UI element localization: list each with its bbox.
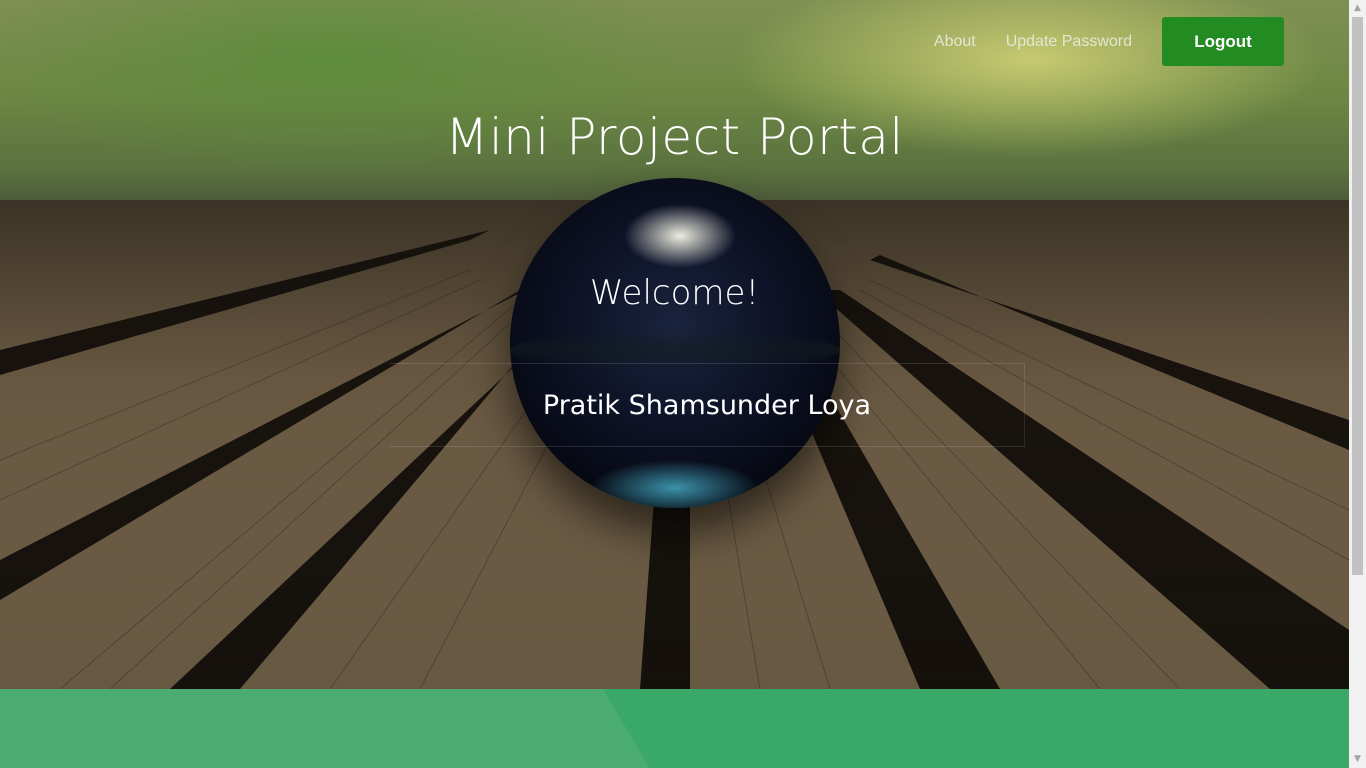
footer-band-accent [0, 689, 650, 768]
scrollbar-thumb[interactable] [1352, 17, 1363, 575]
triangle-up-icon[interactable]: ▲ [1349, 0, 1366, 17]
vertical-scrollbar[interactable]: ▲ ▼ [1349, 0, 1366, 768]
top-navigation: About Update Password Logout [934, 17, 1284, 66]
page-title: Mini Project Portal [445, 108, 904, 166]
user-name: Pratik Shamsunder Loya [542, 389, 872, 421]
page-viewport: About Update Password Logout Mini Projec… [0, 0, 1366, 768]
footer-band [0, 689, 1349, 768]
user-name-panel: Pratik Shamsunder Loya [390, 363, 1025, 447]
logout-button[interactable]: Logout [1162, 17, 1284, 66]
nav-link-update-password[interactable]: Update Password [1006, 33, 1132, 51]
hero-section: About Update Password Logout Mini Projec… [0, 0, 1349, 689]
welcome-heading: Welcome! [589, 273, 760, 313]
nav-link-about[interactable]: About [934, 33, 976, 51]
triangle-down-icon[interactable]: ▼ [1349, 751, 1366, 768]
